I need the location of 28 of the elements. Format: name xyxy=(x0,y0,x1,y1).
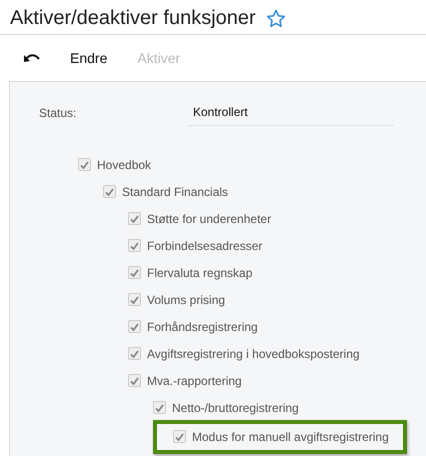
checkbox[interactable] xyxy=(128,374,141,387)
feature-label: Støtte for underenheter xyxy=(147,212,272,226)
feature-label: Flervaluta regnskap xyxy=(147,266,252,280)
page-title: Aktiver/deaktiver funksjoner xyxy=(10,6,256,30)
toolbar-button[interactable]: Endre xyxy=(70,50,108,66)
checkbox[interactable] xyxy=(78,158,91,171)
status-label: Status: xyxy=(39,106,78,120)
checkbox[interactable] xyxy=(128,320,141,333)
feature-label: Netto-/bruttoregistrering xyxy=(172,400,299,414)
feature-label: Volums prising xyxy=(147,292,226,306)
feature-label: Forhåndsregistrering xyxy=(147,320,258,334)
checkbox[interactable] xyxy=(128,239,141,252)
undo-button[interactable] xyxy=(24,53,40,63)
checkbox[interactable] xyxy=(128,212,141,225)
feature-label: Standard Financials xyxy=(122,184,228,198)
checkbox[interactable] xyxy=(103,185,116,198)
feature-label: Avgiftsregistrering i hovedbokspostering xyxy=(147,346,360,360)
feature-label: Modus for manuell avgiftsregistrering xyxy=(192,430,389,444)
checkbox[interactable] xyxy=(128,266,141,279)
checkbox[interactable] xyxy=(128,293,141,306)
feature-label: Forbindelsesadresser xyxy=(147,238,262,252)
feature-label: Mva.-rapportering xyxy=(147,374,242,388)
feature-label: Hovedbok xyxy=(97,158,152,172)
checkbox[interactable] xyxy=(173,430,186,443)
checkbox[interactable] xyxy=(153,401,166,414)
checkbox[interactable] xyxy=(128,347,141,360)
status-field: Kontrollert xyxy=(188,100,393,126)
star-icon[interactable] xyxy=(266,8,286,28)
